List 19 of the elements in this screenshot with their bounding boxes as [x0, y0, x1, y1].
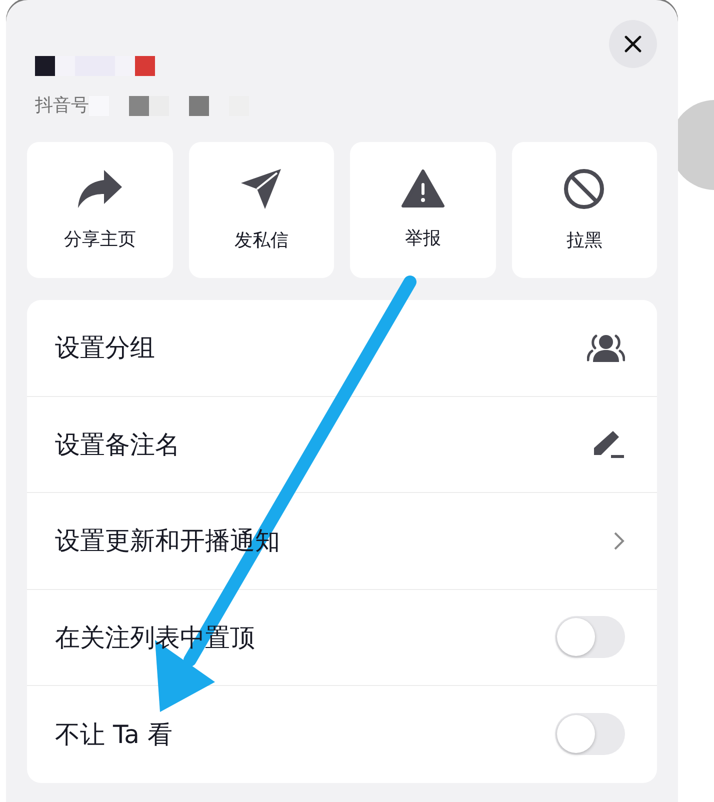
- block-icon: [562, 166, 606, 210]
- toggle-switch[interactable]: [555, 616, 625, 658]
- warning-icon: [400, 168, 445, 208]
- action-button[interactable]: 分享主页: [27, 142, 172, 278]
- paper-plane-icon: [239, 166, 284, 210]
- close-icon: [624, 35, 642, 53]
- setting-label[interactable]: 设置分组: [55, 329, 155, 366]
- action-button[interactable]: 发私信: [188, 142, 334, 278]
- action-button[interactable]: 拉黑: [512, 142, 657, 278]
- share-arrow-icon: [76, 168, 124, 210]
- action-button[interactable]: 举报: [350, 142, 496, 278]
- people-icon: [587, 332, 625, 363]
- close-button[interactable]: [609, 20, 657, 68]
- pencil-icon: [593, 429, 625, 460]
- account-id-label: 抖音号: [35, 94, 89, 118]
- setting-label[interactable]: 设置备注名: [55, 426, 180, 463]
- setting-label[interactable]: 不让 Ta 看: [55, 716, 172, 753]
- chevron-right-icon: [613, 530, 625, 551]
- toggle-switch[interactable]: [555, 713, 625, 756]
